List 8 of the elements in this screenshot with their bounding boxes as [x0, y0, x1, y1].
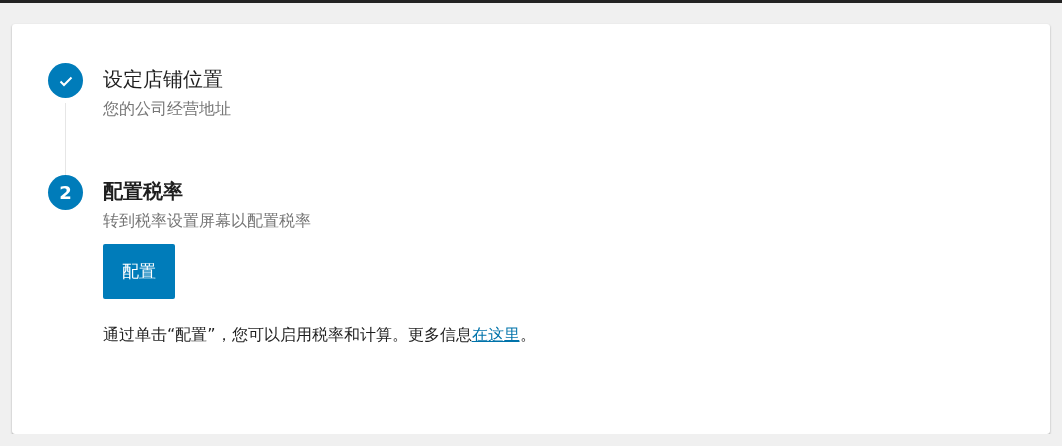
info-text: 通过单击“配置”，您可以启用税率和计算。更多信息在这里。 [103, 325, 536, 346]
step-description: 转到税率设置屏幕以配置税率 [103, 210, 312, 232]
step-description: 您的公司经营地址 [103, 98, 231, 120]
step-title: 配置税率 [103, 178, 184, 204]
here-link[interactable]: 在这里 [471, 325, 520, 344]
configure-button[interactable]: 配置 [103, 244, 175, 299]
step-title: 设定店铺位置 [103, 66, 224, 92]
step-number: 2 [48, 175, 83, 210]
